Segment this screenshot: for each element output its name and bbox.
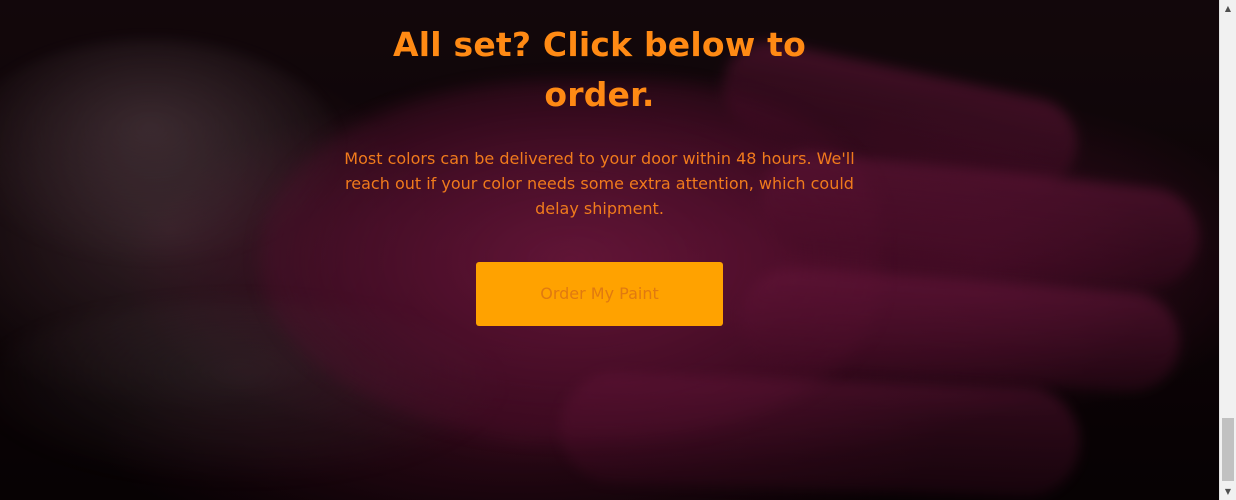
- vertical-scrollbar[interactable]: ▲ ▼: [1219, 0, 1236, 500]
- scroll-up-arrow-icon[interactable]: ▲: [1220, 0, 1236, 17]
- scrollbar-thumb[interactable]: [1222, 418, 1234, 481]
- hero-description: Most colors can be delivered to your doo…: [344, 149, 855, 218]
- page: All set? Click below to order. Most colo…: [0, 0, 1236, 500]
- scroll-down-arrow-icon[interactable]: ▼: [1220, 483, 1236, 500]
- hero-headline: All set? Click below to order.: [393, 25, 806, 114]
- order-my-paint-button[interactable]: Order My Paint: [476, 262, 723, 326]
- hero-content: All set? Click below to order. Most colo…: [0, 0, 1199, 221]
